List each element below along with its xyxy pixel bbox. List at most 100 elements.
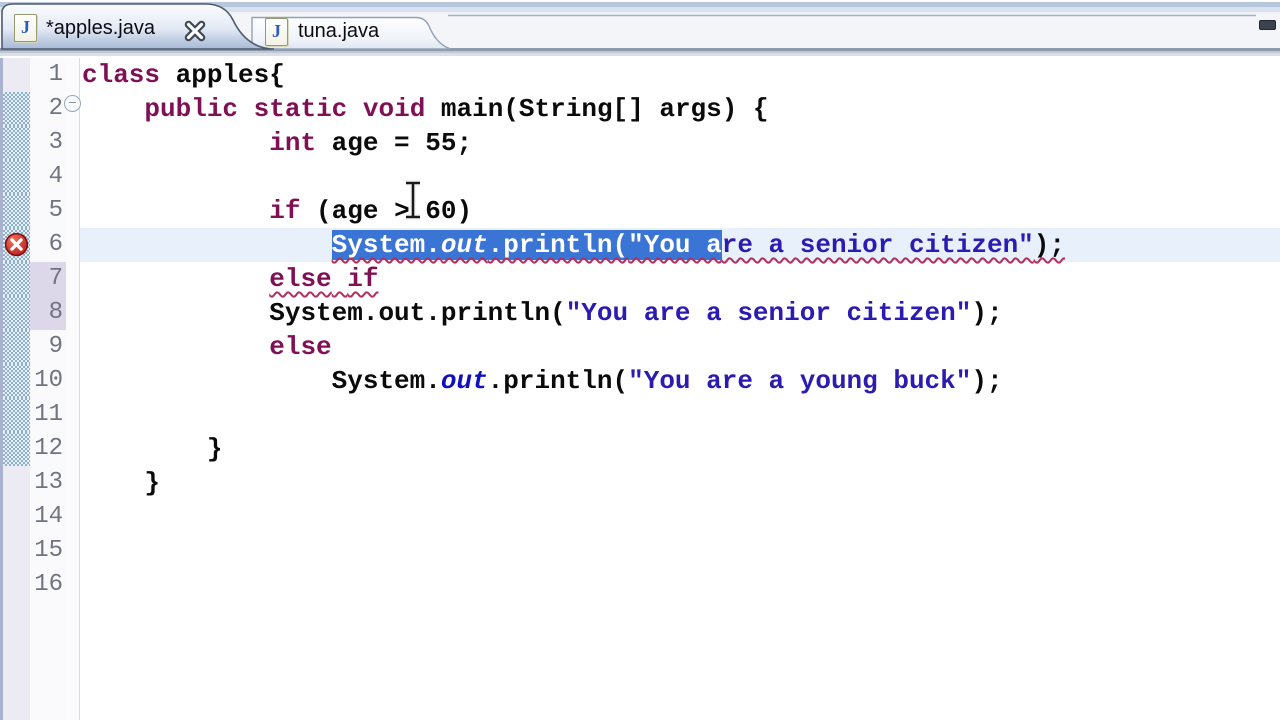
code-line[interactable]: int age = 55;	[80, 126, 1280, 160]
fold-cell	[66, 466, 80, 500]
code-token: out	[440, 230, 488, 260]
code-line[interactable]: System.out.println("You are a senior cit…	[80, 228, 1280, 262]
code-token: int	[269, 128, 317, 158]
line-number: 4	[30, 160, 66, 194]
code-token: age = 55;	[316, 128, 473, 158]
code-token: .println(	[487, 366, 629, 396]
code-line[interactable]: class apples{	[80, 58, 1280, 92]
line-number: 7	[30, 262, 66, 296]
code-token: if	[269, 196, 301, 226]
editor-row: 16	[0, 568, 1280, 602]
marker-cell[interactable]	[0, 228, 30, 262]
code-token: }	[206, 434, 223, 464]
tab-label-apples: *apples.java	[46, 17, 155, 39]
marker-cell[interactable]	[0, 92, 30, 126]
fold-cell: −	[64, 92, 81, 126]
code-token: apples{	[160, 60, 285, 90]
code-line[interactable]	[80, 500, 1280, 534]
marker-cell[interactable]	[0, 466, 30, 500]
marker-bar[interactable]	[0, 602, 30, 720]
code-line[interactable]: if (age > 60)	[80, 194, 1280, 228]
code-line[interactable]	[80, 534, 1280, 568]
minimize-icon[interactable]	[1259, 20, 1276, 30]
line-number: 1	[30, 58, 66, 92]
line-number: 16	[30, 568, 66, 602]
line-number: 10	[30, 364, 66, 398]
marker-cell[interactable]	[0, 262, 30, 296]
editor-row: 8 System.out.println("You are a senior c…	[0, 296, 1280, 330]
code-line[interactable]	[80, 160, 1280, 194]
editor-tab-bar: J *apples.java J tuna.java	[0, 0, 1280, 56]
marker-cell[interactable]	[0, 296, 30, 330]
fold-cell	[66, 432, 80, 466]
gutter-filler	[0, 602, 1280, 720]
code-token: "You are a senior citizen"	[565, 298, 972, 328]
editor-row: 3 int age = 55;	[0, 126, 1280, 160]
code-token: "You are a young buck"	[628, 366, 972, 396]
code-token: System.out.println(	[269, 298, 566, 328]
marker-cell[interactable]	[0, 160, 30, 194]
marker-cell[interactable]	[0, 534, 30, 568]
marker-cell[interactable]	[0, 500, 30, 534]
code-token: public	[144, 94, 239, 124]
fold-cell	[66, 364, 80, 398]
java-file-icon: J	[14, 14, 37, 42]
code-token: "You a	[628, 230, 722, 260]
code-line[interactable]: else	[80, 330, 1280, 364]
editor-row: 5 if (age > 60)	[0, 194, 1280, 228]
editor-blank-area[interactable]	[80, 602, 1280, 720]
code-line[interactable]: System.out.println("You are a senior cit…	[80, 296, 1280, 330]
marker-cell[interactable]	[0, 194, 30, 228]
code-line[interactable]	[80, 568, 1280, 602]
editor-row: 14	[0, 500, 1280, 534]
code-token: re a senior citizen"	[721, 230, 1034, 260]
code-token: else	[269, 332, 332, 362]
editor-row: 10 System.out.println("You are a young b…	[0, 364, 1280, 398]
code-token: );	[971, 366, 1003, 396]
code-token: );	[1033, 230, 1066, 260]
fold-cell	[66, 398, 80, 432]
editor-row: 12 }	[0, 432, 1280, 466]
line-number: 3	[30, 126, 66, 160]
fold-cell	[66, 568, 80, 602]
line-number: 15	[30, 534, 66, 568]
code-line[interactable]: System.out.println("You are a young buck…	[80, 364, 1280, 398]
code-editor: 1 class apples{ 2− public static void main…	[0, 56, 1280, 720]
marker-cell[interactable]	[0, 398, 30, 432]
fold-ruler	[66, 602, 80, 720]
line-number: 11	[30, 398, 66, 432]
marker-cell[interactable]	[0, 126, 30, 160]
editor-row: 11	[0, 398, 1280, 432]
fold-cell	[66, 58, 80, 92]
line-number: 5	[30, 194, 66, 228]
tab-tuna-java[interactable]: J tuna.java	[252, 15, 452, 49]
line-number: 14	[30, 500, 66, 534]
marker-cell[interactable]	[0, 364, 30, 398]
code-line[interactable]: public static void main(String[] args) {	[80, 92, 1280, 126]
marker-cell[interactable]	[0, 568, 30, 602]
code-line[interactable]	[80, 398, 1280, 432]
marker-cell[interactable]	[0, 58, 30, 92]
error-icon[interactable]	[4, 232, 29, 262]
code-token: System.	[331, 230, 441, 260]
code-line[interactable]: else if	[80, 262, 1280, 296]
code-token: class	[82, 60, 161, 90]
editor-row: 7 else if	[0, 262, 1280, 296]
line-number: 2	[30, 92, 66, 126]
marker-cell[interactable]	[0, 330, 30, 364]
marker-cell[interactable]	[0, 432, 30, 466]
editor-row: 1 class apples{	[0, 58, 1280, 92]
code-token: else	[269, 264, 332, 294]
fold-cell	[66, 534, 80, 568]
line-number: 8	[30, 296, 66, 330]
code-token: }	[144, 468, 161, 498]
tab-apples-java[interactable]: J *apples.java	[2, 4, 278, 49]
fold-collapse-icon[interactable]: −	[64, 95, 81, 112]
code-line[interactable]: }	[80, 466, 1280, 500]
code-line[interactable]: }	[80, 432, 1280, 466]
line-number-ruler	[30, 602, 66, 720]
close-icon[interactable]	[182, 18, 208, 44]
